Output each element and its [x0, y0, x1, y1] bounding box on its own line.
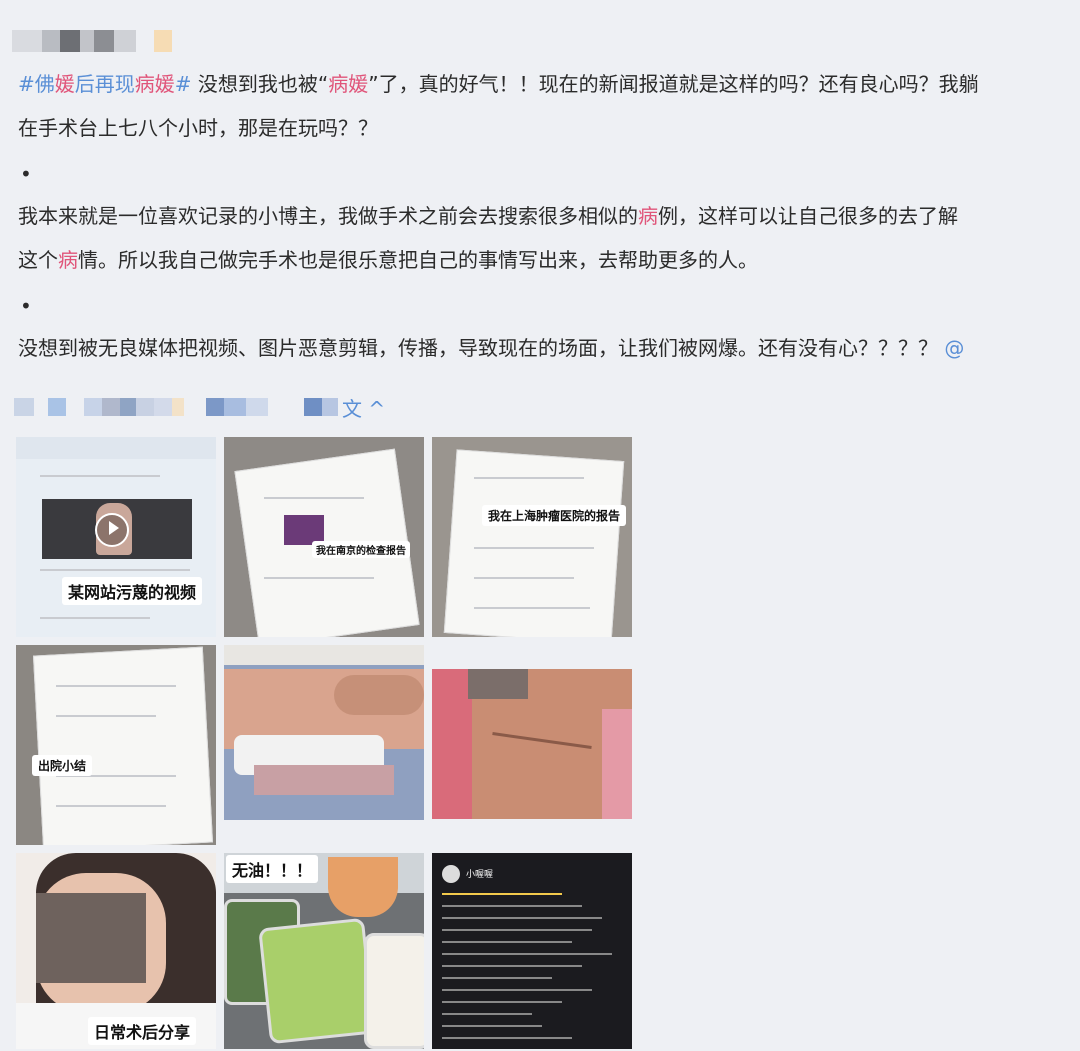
image-shanghai-report[interactable]: 我在上海肿瘤医院的报告	[432, 437, 632, 637]
image-meal[interactable]: 无油！！！	[224, 853, 424, 1049]
image-caption: 我在上海肿瘤医院的报告	[482, 505, 627, 526]
image-neck-scar[interactable]	[432, 669, 632, 819]
post-line-1: #佛媛后再现病媛# 没想到我也被“病媛”了，真的好气！！现在的新闻报道就是这样的…	[18, 72, 979, 96]
post-line-3: 我本来就是一位喜欢记录的小博主，我做手术之前会去搜索很多相似的病例，这样可以让自…	[18, 204, 958, 228]
bullet-2: •	[20, 294, 32, 318]
image-nanjing-report[interactable]: 我在南京的检查报告	[224, 437, 424, 637]
collapse-text-button[interactable]: 文 ^	[342, 393, 385, 422]
mention-link[interactable]: @	[944, 336, 964, 360]
image-selfie[interactable]: 日常术后分享	[16, 853, 216, 1049]
image-caption: 日常术后分享	[88, 1017, 197, 1045]
bullet-1: •	[20, 162, 32, 186]
blurred-username[interactable]	[12, 30, 172, 52]
image-discharge-summary[interactable]: 出院小结	[16, 645, 216, 845]
post-line-2: 在手术台上七八个小时，那是在玩吗？？	[18, 116, 378, 140]
collapse-row: 文 ^	[14, 393, 385, 421]
image-caption: 出院小结	[32, 755, 93, 776]
image-caption: 小喔喔	[466, 870, 494, 880]
image-video-screenshot[interactable]: 某网站污蔑的视频	[16, 437, 216, 637]
image-text-post[interactable]: 小喔喔	[432, 853, 632, 1049]
image-neck-bandage[interactable]	[224, 645, 424, 820]
post-body: #佛媛后再现病媛# 没想到我也被“病媛”了，真的好气！！现在的新闻报道就是这样的…	[18, 62, 1058, 370]
image-caption: 某网站污蔑的视频	[62, 577, 203, 605]
post-line-5: 没想到被无良媒体把视频、图片恶意剪辑，传播，导致现在的场面，让我们被网爆。还有没…	[18, 336, 965, 360]
hashtag-link[interactable]: #佛媛后再现病媛#	[18, 72, 192, 96]
image-caption: 我在南京的检查报告	[312, 541, 410, 558]
post-line-4: 这个病情。所以我自己做完手术也是很乐意把自己的事情写出来，去帮助更多的人。	[18, 248, 758, 272]
image-caption: 无油！！！	[226, 855, 319, 883]
